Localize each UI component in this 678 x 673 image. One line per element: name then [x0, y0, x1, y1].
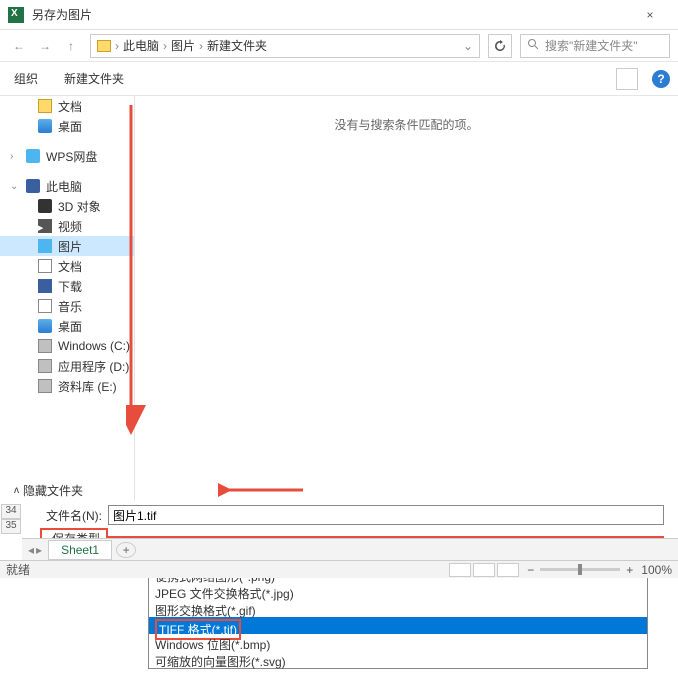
filename-input[interactable]	[108, 505, 664, 525]
document-icon	[38, 259, 52, 273]
view-break[interactable]	[497, 563, 519, 577]
navbar: ← → ↑ › 此电脑 › 图片 › 新建文件夹 ⌄ 搜索"新建文件夹"	[0, 30, 678, 62]
breadcrumb[interactable]: › 此电脑 › 图片 › 新建文件夹 ⌄	[90, 34, 480, 58]
add-sheet-button[interactable]: +	[116, 542, 136, 558]
sheet-tab[interactable]: Sheet1	[48, 540, 112, 560]
toolbar: 组织 新建文件夹 ?	[0, 62, 678, 96]
hide-folders-toggle[interactable]: ʌ 隐藏文件夹	[14, 482, 83, 499]
status-bar: 就绪 − + 100%	[0, 560, 678, 578]
zoom-out[interactable]: −	[527, 563, 534, 577]
folder-icon	[38, 99, 52, 113]
drive-icon	[38, 379, 52, 393]
sidebar-item-pictures[interactable]: 图片	[0, 236, 134, 256]
sidebar-item-downloads[interactable]: 下载	[0, 276, 134, 296]
breadcrumb-seg[interactable]: 图片	[171, 37, 195, 54]
view-button[interactable]	[616, 68, 638, 90]
sidebar-item-documents2[interactable]: 文档	[0, 256, 134, 276]
video-icon	[38, 219, 52, 233]
row-headers: 34 35	[1, 504, 21, 534]
filetype-dropdown: 便携式网络图形(*.png) JPEG 文件交换格式(*.jpg) 图形交换格式…	[148, 566, 648, 669]
help-button[interactable]: ?	[652, 70, 670, 88]
up-button[interactable]: ↑	[60, 35, 82, 57]
sheet-tabs: ◂▸ Sheet1 +	[22, 538, 678, 560]
search-input[interactable]: 搜索"新建文件夹"	[520, 34, 670, 58]
dropdown-option[interactable]: 可缩放的向量图形(*.svg)	[149, 651, 647, 668]
dropdown-option[interactable]: 图形交换格式(*.gif)	[149, 600, 647, 617]
drive-icon	[38, 339, 52, 353]
save-fields: 文件名(N): 保存类型(T): TIFF 格式(*.tif) 便携式网络图形(…	[0, 501, 678, 673]
breadcrumb-seg[interactable]: 此电脑	[123, 37, 159, 54]
cloud-icon	[26, 149, 40, 163]
folder-icon	[97, 40, 111, 52]
sidebar-item-drive-d[interactable]: 应用程序 (D:)	[0, 356, 134, 376]
refresh-button[interactable]	[488, 34, 512, 58]
dropdown-option[interactable]: Windows 位图(*.bmp)	[149, 634, 647, 651]
filename-label: 文件名(N):	[40, 507, 108, 524]
dropdown-option[interactable]: JPEG 文件交换格式(*.jpg)	[149, 583, 647, 600]
sidebar-item-desktop[interactable]: 桌面	[0, 116, 134, 136]
sidebar-item-thispc[interactable]: ⌄此电脑	[0, 176, 134, 196]
sidebar: 文档 桌面 ›WPS网盘 ⌄此电脑 3D 对象 视频 图片 文档 下载 音乐 桌…	[0, 96, 135, 501]
view-normal[interactable]	[449, 563, 471, 577]
breadcrumb-seg[interactable]: 新建文件夹	[207, 37, 267, 54]
sidebar-item-desktop2[interactable]: 桌面	[0, 316, 134, 336]
image-icon	[38, 239, 52, 253]
status-ready: 就绪	[6, 561, 30, 578]
row-header[interactable]: 34	[1, 504, 21, 519]
desktop-icon	[38, 119, 52, 133]
forward-button[interactable]: →	[34, 35, 56, 57]
back-button[interactable]: ←	[8, 35, 30, 57]
chevron-icon: ʌ	[14, 485, 19, 496]
pc-icon	[26, 179, 40, 193]
sidebar-item-drive-c[interactable]: Windows (C:)	[0, 336, 134, 356]
drive-icon	[38, 359, 52, 373]
main: 文档 桌面 ›WPS网盘 ⌄此电脑 3D 对象 视频 图片 文档 下载 音乐 桌…	[0, 96, 678, 501]
cube-icon	[38, 199, 52, 213]
sidebar-item-drive-e[interactable]: 资料库 (E:)	[0, 376, 134, 396]
download-icon	[38, 279, 52, 293]
sidebar-item-wps[interactable]: ›WPS网盘	[0, 146, 134, 166]
view-layout[interactable]	[473, 563, 495, 577]
music-icon	[38, 299, 52, 313]
filename-row: 文件名(N):	[40, 505, 664, 525]
excel-icon	[8, 7, 24, 23]
empty-message: 没有与搜索条件匹配的项。	[155, 116, 658, 133]
window-title: 另存为图片	[32, 6, 630, 23]
close-button[interactable]: ×	[630, 8, 670, 22]
zoom-in[interactable]: +	[626, 563, 633, 577]
search-icon	[527, 38, 539, 53]
new-folder-button[interactable]: 新建文件夹	[58, 68, 130, 89]
search-placeholder: 搜索"新建文件夹"	[545, 37, 638, 54]
sidebar-item-music[interactable]: 音乐	[0, 296, 134, 316]
sidebar-item-3d[interactable]: 3D 对象	[0, 196, 134, 216]
row-header[interactable]: 35	[1, 519, 21, 534]
zoom-slider[interactable]	[540, 568, 620, 571]
desktop-icon	[38, 319, 52, 333]
sidebar-item-documents[interactable]: 文档	[0, 96, 134, 116]
tab-nav[interactable]: ◂▸	[22, 543, 48, 557]
dropdown-option-selected[interactable]: TIFF 格式(*.tif)	[149, 617, 647, 634]
chevron-down-icon[interactable]: ⌄	[463, 39, 473, 53]
sidebar-item-video[interactable]: 视频	[0, 216, 134, 236]
organize-button[interactable]: 组织	[8, 68, 44, 89]
titlebar: 另存为图片 ×	[0, 0, 678, 30]
zoom-level[interactable]: 100%	[641, 563, 672, 577]
file-list-area: 没有与搜索条件匹配的项。	[135, 96, 678, 501]
